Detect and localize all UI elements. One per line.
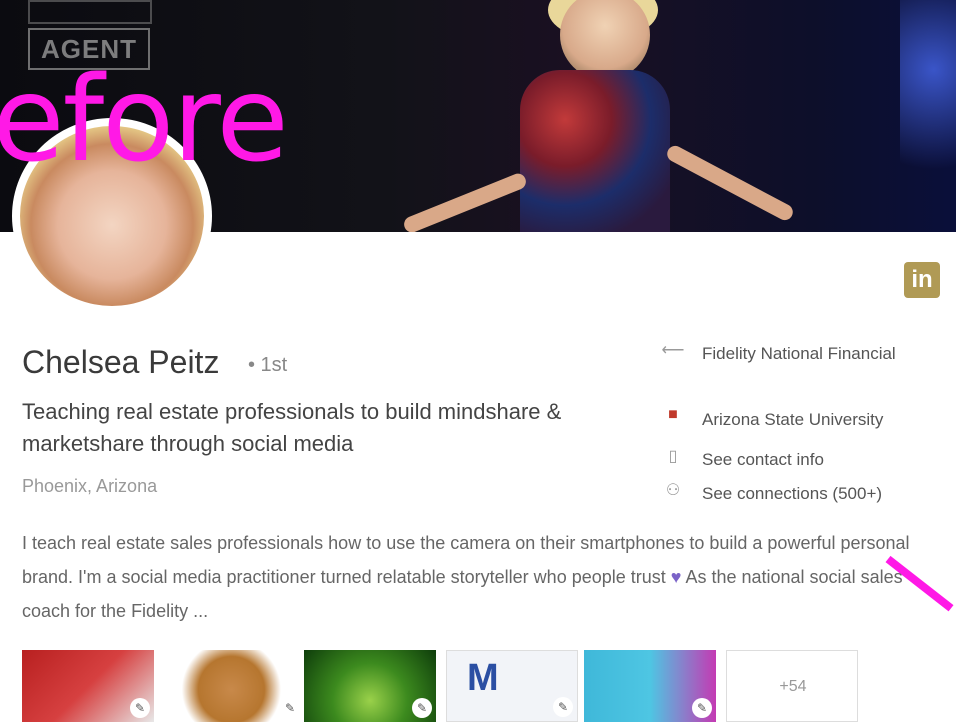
media-thumbnail[interactable]: M ✎ xyxy=(446,650,578,722)
connection-degree: • 1st xyxy=(248,354,288,376)
contact-label: See contact info xyxy=(702,450,824,469)
edit-icon[interactable]: ✎ xyxy=(692,698,712,718)
edit-icon[interactable]: ✎ xyxy=(280,698,300,718)
overlay-watermark-text: efore xyxy=(0,50,289,188)
contact-icon: ▯ xyxy=(668,448,678,465)
school-icon: ■ xyxy=(668,406,678,423)
people-icon: ⚇ xyxy=(665,482,681,499)
media-thumbnail[interactable]: ✎ xyxy=(584,650,716,722)
arrow-icon: ⟵ xyxy=(661,342,685,359)
profile-headline: Teaching real estate professionals to bu… xyxy=(22,399,562,456)
media-thumbnail[interactable]: ✎ xyxy=(22,650,154,722)
school-link[interactable]: ■ Arizona State University xyxy=(660,406,883,434)
connections-link[interactable]: ⚇ See connections (500+) xyxy=(660,480,882,508)
media-thumbnail[interactable]: ✎ xyxy=(304,650,436,722)
company-label: Fidelity National Financial xyxy=(702,344,896,363)
connections-label: See connections (500+) xyxy=(702,484,883,503)
profile-name: Chelsea Peitz xyxy=(22,344,220,380)
company-link[interactable]: ⟵ Fidelity National Financial xyxy=(660,340,902,368)
profile-location: Phoenix, Arizona xyxy=(22,476,158,496)
linkedin-icon[interactable]: in xyxy=(904,262,940,298)
contact-info-link[interactable]: ▯ See contact info xyxy=(660,446,824,474)
more-media-count: +54 xyxy=(779,678,807,695)
featured-media-strip: ✎ ✎ ✎ M ✎ ✎ +54 xyxy=(22,650,956,722)
edit-icon[interactable]: ✎ xyxy=(553,697,573,717)
profile-summary: I teach real estate sales professionals … xyxy=(22,526,942,628)
heart-icon: ♥ xyxy=(670,567,682,587)
edit-icon[interactable]: ✎ xyxy=(412,698,432,718)
school-label: Arizona State University xyxy=(702,410,884,429)
edit-icon[interactable]: ✎ xyxy=(130,698,150,718)
media-thumbnail[interactable]: ✎ xyxy=(172,650,304,722)
more-media-button[interactable]: +54 xyxy=(726,650,858,722)
